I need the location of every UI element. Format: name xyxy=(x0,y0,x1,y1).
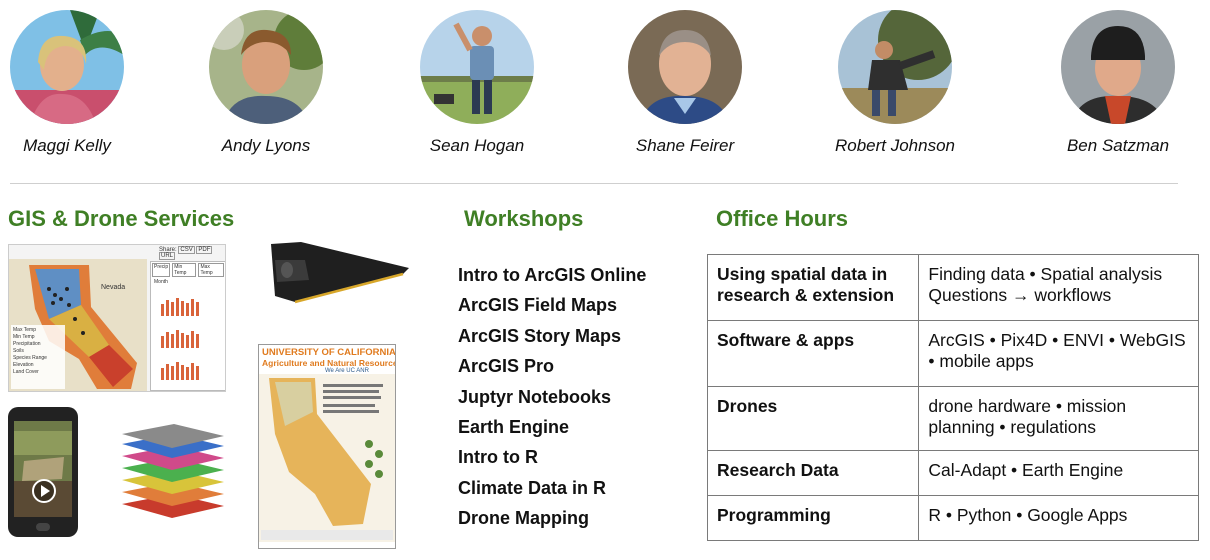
layer-item: Min Temp xyxy=(13,334,35,340)
team-member: Ben Satzman xyxy=(1043,10,1193,156)
workshop-list: Intro to ArcGIS Online ArcGIS Field Maps… xyxy=(458,264,646,538)
layer-list: Max Temp Min Temp Precipitation Soils Sp… xyxy=(13,327,47,376)
raster-stack-image xyxy=(118,424,228,526)
topic-cell: Software & apps xyxy=(706,320,920,387)
tab-min-temp: Min Temp xyxy=(172,263,197,277)
team-member-name: Robert Johnson xyxy=(834,136,956,155)
list-item: Juptyr Notebooks xyxy=(458,386,612,407)
layer-item: Soils xyxy=(13,348,24,354)
list-item: ArcGIS Pro xyxy=(458,356,555,377)
drone-image xyxy=(265,240,411,306)
smartphone-image xyxy=(8,407,78,537)
climate-app-screenshot: Share: CSV PDF URL Nevada Max Temp Min T… xyxy=(8,244,226,392)
divider xyxy=(10,183,1178,184)
poster-subtitle: Agriculture and Natural Resources xyxy=(262,358,396,368)
team-member: Maggi Kelly xyxy=(0,10,142,156)
team-member-name: Maggi Kelly xyxy=(23,136,111,155)
table-row: Research Data Cal-Adapt • Earth Engine xyxy=(706,450,1199,496)
svg-text:Nevada: Nevada xyxy=(101,284,125,291)
share-csv-button: CSV xyxy=(178,246,195,254)
table-row: Software & apps ArcGIS • Pix4D • ENVI • … xyxy=(706,320,1199,387)
list-item: Intro to R xyxy=(458,447,538,468)
items-cell: ArcGIS • Pix4D • ENVI • WebGIS • mobile … xyxy=(918,320,1199,387)
uc-anr-poster: UNIVERSITY OF CALIFORNIA Agriculture and… xyxy=(258,344,396,549)
team-member: Andy Lyons xyxy=(191,10,341,156)
layer-item: Land Cover xyxy=(13,369,39,375)
chart-panel: Precip Min Temp Max Temp Month xyxy=(150,261,225,391)
play-icon xyxy=(32,479,56,503)
table-row: Programming R • Python • Google Apps xyxy=(706,495,1199,541)
items-cell: Cal-Adapt • Earth Engine xyxy=(918,450,1199,496)
team-member-name: Andy Lyons xyxy=(221,136,311,155)
mini-bar-charts xyxy=(161,298,199,380)
avatar xyxy=(10,10,124,124)
topic-cell: Using spatial data in research & extensi… xyxy=(706,254,920,321)
table-row: Using spatial data in research & extensi… xyxy=(706,254,1199,321)
poster-map xyxy=(259,374,395,542)
tab-max-temp: Max Temp xyxy=(198,263,224,277)
share-url-button: URL xyxy=(159,252,176,260)
list-item: Intro to ArcGIS Online xyxy=(458,265,647,285)
items-cell: drone hardware • mission planning • regu… xyxy=(918,386,1199,451)
team-member: Robert Johnson xyxy=(820,10,970,156)
list-item: Earth Engine xyxy=(458,416,570,437)
layer-item: Precipitation xyxy=(13,341,41,347)
layer-item: Max Temp xyxy=(13,327,36,333)
team-member: Sean Hogan xyxy=(402,10,552,156)
avatar xyxy=(1061,10,1175,124)
list-item: ArcGIS Story Maps xyxy=(458,325,622,346)
layer-item: Elevation xyxy=(13,362,34,368)
avatar xyxy=(838,10,952,124)
gis-drone-heading: GIS & Drone Services xyxy=(8,206,235,231)
team-member-name: Shane Feirer xyxy=(635,136,735,155)
share-pdf-button: PDF xyxy=(196,246,213,254)
table-row: Drones drone hardware • mission planning… xyxy=(706,386,1199,451)
chart-tabs: Precip Min Temp Max Temp xyxy=(151,262,225,278)
avatar xyxy=(628,10,742,124)
team-member-name: Sean Hogan xyxy=(429,136,525,155)
home-button xyxy=(36,523,50,531)
chart-month-label: Month xyxy=(154,279,168,285)
items-cell: R • Python • Google Apps xyxy=(918,495,1199,541)
poster-title: UNIVERSITY OF CALIFORNIA xyxy=(262,347,396,358)
office-hours-table: Using spatial data in research & extensi… xyxy=(706,254,1199,541)
tab-precip: Precip xyxy=(152,263,171,277)
share-bar: Share: CSV PDF URL xyxy=(159,246,225,260)
avatar xyxy=(209,10,323,124)
topic-cell: Drones xyxy=(706,386,920,451)
team-member: Shane Feirer xyxy=(610,10,760,156)
team-member-name: Ben Satzman xyxy=(1066,136,1170,155)
topic-cell: Programming xyxy=(706,495,920,541)
list-item: Climate Data in R xyxy=(458,477,607,498)
office-hours-heading: Office Hours xyxy=(716,206,849,231)
layer-item: Species Range xyxy=(13,355,47,361)
avatar xyxy=(420,10,534,124)
items-cell: Finding data • Spatial analysis Question… xyxy=(918,254,1199,321)
team-row: Maggi Kelly Andy Lyons Sean Hogan Shane … xyxy=(0,0,1210,170)
topic-cell: Research Data xyxy=(706,450,920,496)
list-item: ArcGIS Field Maps xyxy=(458,295,618,316)
workshops-heading: Workshops xyxy=(464,206,584,231)
list-item: Drone Mapping xyxy=(458,508,589,529)
